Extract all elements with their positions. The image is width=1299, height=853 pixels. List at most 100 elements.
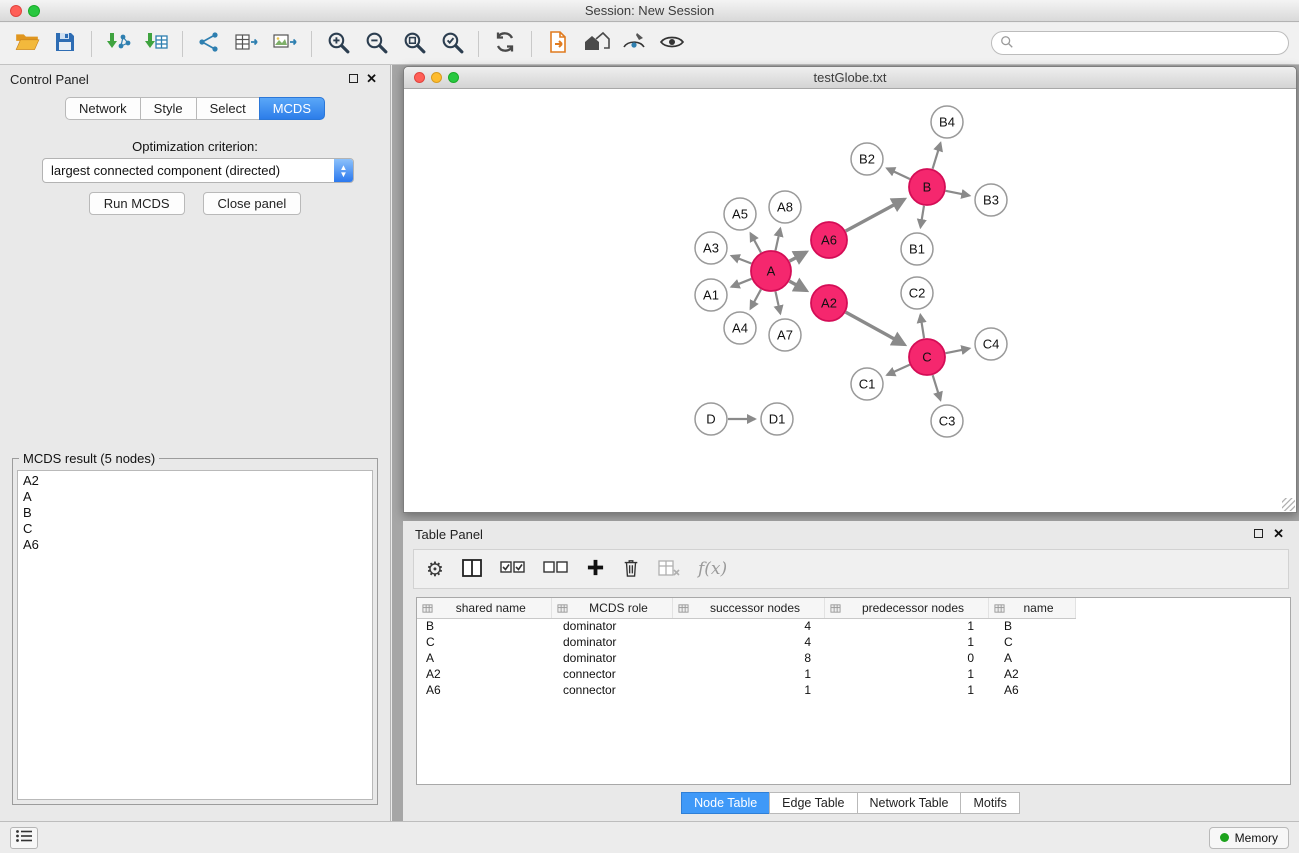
memory-button[interactable]: Memory xyxy=(1209,827,1289,849)
mcds-result-list[interactable]: A2ABCA6 xyxy=(17,470,373,800)
graph-edge xyxy=(732,256,752,264)
show-hide-button[interactable] xyxy=(653,27,691,61)
run-mcds-button[interactable]: Run MCDS xyxy=(89,192,185,215)
graph-edge xyxy=(887,168,910,179)
graph-edge xyxy=(921,206,924,227)
search-input[interactable] xyxy=(1014,36,1280,51)
save-icon xyxy=(53,30,77,57)
table-cell: connector xyxy=(551,666,672,682)
export-image-button[interactable] xyxy=(266,27,304,61)
tab-network[interactable]: Network xyxy=(65,97,141,120)
import-table-icon xyxy=(143,30,169,57)
control-panel-title: Control Panel xyxy=(10,72,89,87)
window-title: Session: New Session xyxy=(0,3,1299,18)
graph-edge xyxy=(933,375,941,400)
function-builder-icon[interactable]: f(x) xyxy=(698,559,727,579)
open-document-button[interactable] xyxy=(539,27,577,61)
graph-node-label: D xyxy=(706,412,715,427)
node-table-container[interactable]: shared name MCDS role successor nodes pr… xyxy=(416,597,1291,785)
tab-style[interactable]: Style xyxy=(140,97,197,120)
mcds-buttons-row: Run MCDS Close panel xyxy=(0,192,390,215)
node-table: shared name MCDS role successor nodes pr… xyxy=(417,598,1076,698)
column-header-shared-name[interactable]: shared name xyxy=(417,598,551,618)
delete-column-icon[interactable] xyxy=(622,558,640,581)
column-header-mcds-role[interactable]: MCDS role xyxy=(551,598,672,618)
import-table-button[interactable] xyxy=(137,27,175,61)
tab-edge-table[interactable]: Edge Table xyxy=(769,792,857,814)
add-column-icon[interactable] xyxy=(586,558,605,580)
memory-status-icon xyxy=(1220,833,1229,842)
home-view-button[interactable] xyxy=(577,27,615,61)
result-item: B xyxy=(23,505,367,521)
table-settings-gear-icon[interactable]: ⚙ xyxy=(426,557,444,582)
save-session-button[interactable] xyxy=(46,27,84,61)
export-network-button[interactable] xyxy=(190,27,228,61)
table-cell: 1 xyxy=(672,666,824,682)
import-network-button[interactable] xyxy=(99,27,137,61)
optimization-criterion-select[interactable]: largest connected component (directed) ▲… xyxy=(42,158,354,183)
select-all-icon[interactable] xyxy=(500,559,526,580)
dropdown-selected-value: largest connected component (directed) xyxy=(43,163,334,178)
zoom-in-button[interactable] xyxy=(319,27,357,61)
visual-style-button[interactable] xyxy=(615,27,653,61)
column-selector-icon[interactable] xyxy=(461,558,483,581)
close-panel-icon[interactable]: ✕ xyxy=(1273,526,1284,542)
graph-node-label: A4 xyxy=(732,321,748,336)
zoom-selected-button[interactable] xyxy=(433,27,471,61)
graph-edge xyxy=(751,233,761,252)
zoom-in-icon xyxy=(326,30,351,58)
window-resize-handle[interactable] xyxy=(1282,498,1295,511)
refresh-button[interactable] xyxy=(486,27,524,61)
table-cell: 0 xyxy=(824,650,988,666)
network-desktop: testGlobe.txt B4B2BB3A5A8A6B1A3AC2A1A2A4… xyxy=(392,65,1299,821)
result-item: C xyxy=(23,521,367,537)
visual-style-icon xyxy=(621,30,647,57)
graph-node-label: A5 xyxy=(732,207,748,222)
zoom-fit-button[interactable] xyxy=(395,27,433,61)
tab-mcds[interactable]: MCDS xyxy=(259,97,325,120)
graph-node-label: C2 xyxy=(909,286,926,301)
table-row[interactable]: Cdominator41C xyxy=(417,634,1075,650)
zoom-out-button[interactable] xyxy=(357,27,395,61)
deselect-all-icon[interactable] xyxy=(543,559,569,580)
tab-select[interactable]: Select xyxy=(196,97,260,120)
toolbar-divider xyxy=(311,31,312,57)
table-cell: A2 xyxy=(988,666,1075,682)
table-row[interactable]: A2connector11A2 xyxy=(417,666,1075,682)
table-cell: 1 xyxy=(824,634,988,650)
network-window-titlebar[interactable]: testGlobe.txt xyxy=(404,67,1296,89)
table-row[interactable]: Bdominator41B xyxy=(417,618,1075,634)
task-history-button[interactable] xyxy=(10,827,38,849)
float-panel-icon[interactable] xyxy=(349,74,358,83)
network-share-icon xyxy=(197,30,221,57)
close-panel-button[interactable]: Close panel xyxy=(203,192,302,215)
column-header-successor-nodes[interactable]: successor nodes xyxy=(672,598,824,618)
search-icon xyxy=(1000,35,1014,52)
column-header-name[interactable]: name xyxy=(988,598,1075,618)
float-panel-icon[interactable] xyxy=(1254,529,1263,538)
column-header-predecessor-nodes[interactable]: predecessor nodes xyxy=(824,598,988,618)
graph-node-label: C xyxy=(922,350,931,365)
table-row[interactable]: A6connector11A6 xyxy=(417,682,1075,698)
control-panel: Control Panel ✕ Network Style Select MCD… xyxy=(0,65,391,821)
table-row[interactable]: Adominator80A xyxy=(417,650,1075,666)
tab-node-table[interactable]: Node Table xyxy=(681,792,770,814)
tab-motifs[interactable]: Motifs xyxy=(960,792,1019,814)
graph-edge xyxy=(751,289,761,308)
open-session-button[interactable] xyxy=(8,27,46,61)
export-table-button[interactable] xyxy=(228,27,266,61)
delete-table-icon[interactable] xyxy=(657,558,681,581)
table-panel-tabs: Node Table Edge Table Network Table Moti… xyxy=(403,792,1299,814)
table-panel-title: Table Panel xyxy=(415,527,483,542)
image-export-icon xyxy=(272,30,298,57)
toolbar-divider xyxy=(531,31,532,57)
search-field[interactable] xyxy=(991,31,1289,55)
table-cell: dominator xyxy=(551,650,672,666)
graph-edge xyxy=(775,229,780,251)
graph-edge xyxy=(920,315,924,338)
titlebar[interactable]: Session: New Session xyxy=(0,0,1299,22)
table-cell: dominator xyxy=(551,618,672,634)
close-panel-icon[interactable]: ✕ xyxy=(366,71,377,87)
network-canvas[interactable]: B4B2BB3A5A8A6B1A3AC2A1A2A4A7C4CC1DD1C3 xyxy=(404,90,1296,512)
tab-network-table[interactable]: Network Table xyxy=(857,792,962,814)
